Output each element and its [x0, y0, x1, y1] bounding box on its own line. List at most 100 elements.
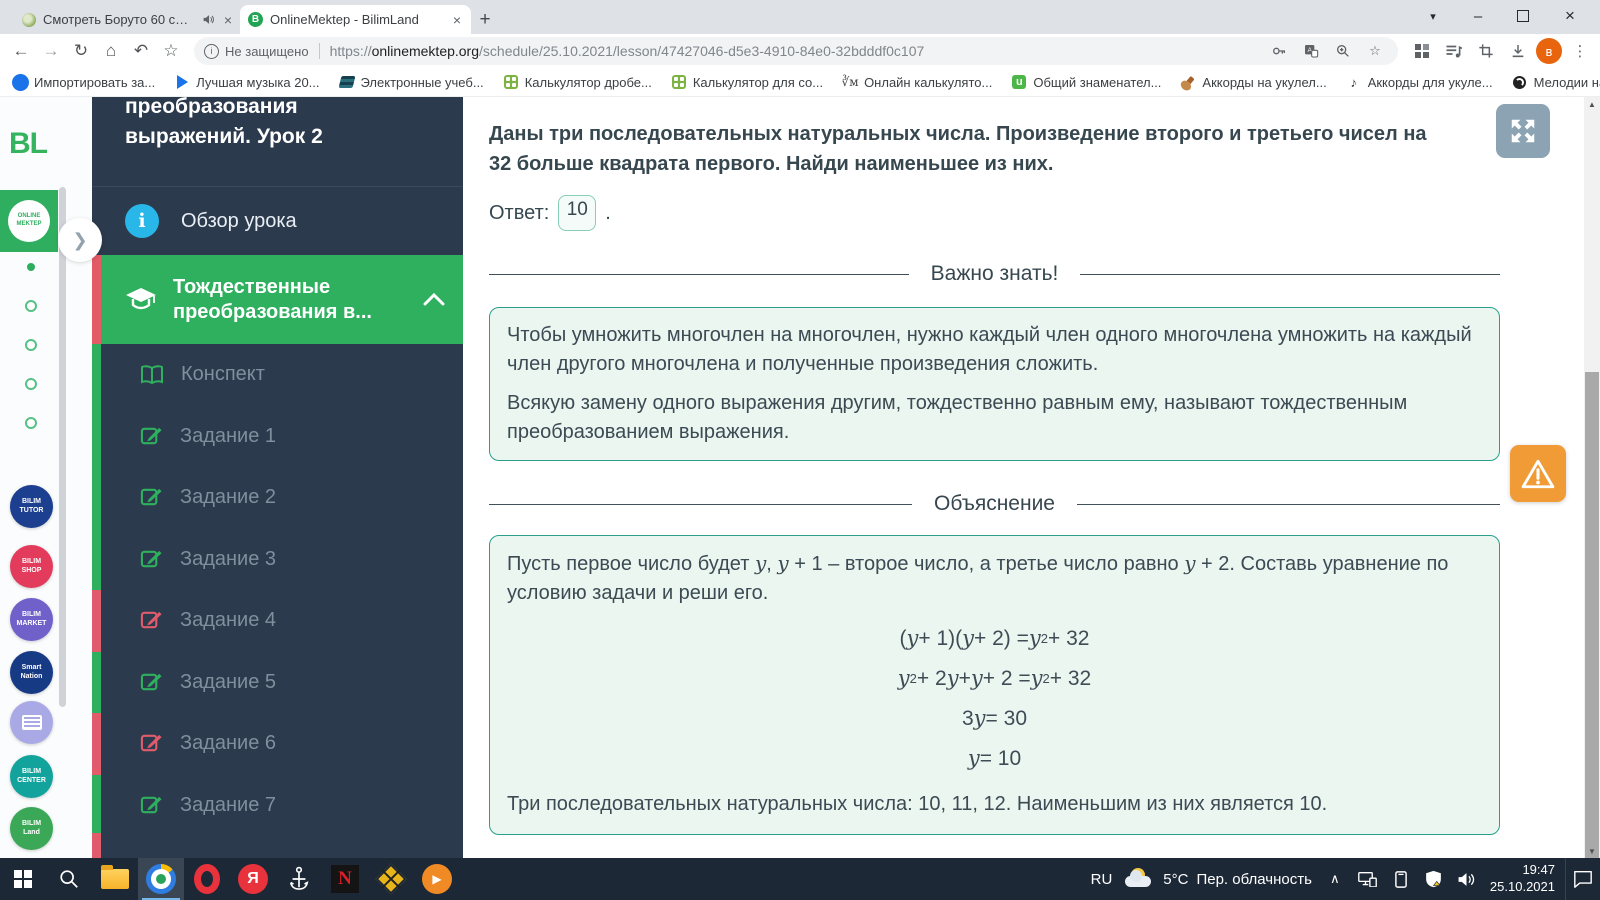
sidebar-item-task4[interactable]: Задание 4	[92, 590, 463, 652]
sidebar-item-label: Задание 1	[180, 424, 277, 447]
page-info-icon[interactable]: i	[204, 43, 219, 59]
u-square-icon: u	[1011, 74, 1027, 90]
step-dot[interactable]	[25, 417, 37, 429]
sidebar-item-konspekt[interactable]: Конспект	[92, 344, 463, 406]
bookmark-star-icon[interactable]: ☆	[156, 37, 186, 65]
equation: y = 10	[967, 745, 1022, 770]
scrollbar-thumb[interactable]	[1585, 372, 1599, 858]
taskbar-orange-app[interactable]: ▶	[414, 858, 460, 900]
bookmark-item[interactable]: Импортировать за...	[12, 74, 155, 90]
crop-icon[interactable]	[1472, 37, 1500, 65]
new-tab-button[interactable]: +	[472, 7, 498, 33]
taskbar-file-explorer[interactable]	[92, 858, 138, 900]
home-icon[interactable]: ⌂	[96, 37, 126, 65]
weather-widget[interactable]: 5°C Пер. облачность	[1125, 868, 1312, 890]
fullscreen-button[interactable]	[1496, 104, 1550, 158]
sidebar-item-task1[interactable]: Задание 1	[92, 405, 463, 467]
onlinemektep-tile[interactable]: ONLINE MEKTEP	[0, 190, 58, 252]
taskbar-netflix[interactable]: N	[322, 858, 368, 900]
tab-boruto[interactable]: Смотреть Боруто 60 серия ×	[14, 5, 242, 34]
sidebar-item-task6[interactable]: Задание 6	[92, 713, 463, 775]
reload-icon[interactable]: ↻	[66, 37, 96, 65]
browser-menu-icon[interactable]: ⋮	[1566, 37, 1594, 65]
profile-avatar[interactable]: в	[1536, 38, 1562, 64]
taskbar-browser-active[interactable]	[138, 858, 184, 900]
star-icon[interactable]: ☆	[1362, 43, 1388, 59]
usb-device-icon[interactable]	[1391, 870, 1411, 888]
app-bilim-market[interactable]: BILIM MARKET	[10, 598, 53, 641]
app-bilim-land[interactable]: BILIM Land	[10, 807, 53, 850]
close-icon[interactable]: ×	[222, 12, 234, 28]
tab-onlinemektep[interactable]: B OnlineMektep - BilimLand ×	[240, 5, 471, 34]
translate-icon[interactable]: A	[1298, 43, 1324, 59]
taskbar-opera[interactable]	[184, 858, 230, 900]
download-icon[interactable]	[1504, 37, 1532, 65]
close-window-button[interactable]: ×	[1548, 0, 1592, 32]
taskbar-clock[interactable]: 19:47 25.10.2021	[1490, 862, 1555, 896]
bookmark-item[interactable]: Лучшая музыка 20...	[174, 74, 320, 90]
app-bilim-shop[interactable]: BILIM SHOP	[10, 545, 53, 588]
step-dot[interactable]	[25, 300, 37, 312]
sidebar-item-topic-active[interactable]: Тождественные преобразования в...	[92, 255, 463, 344]
forward-icon[interactable]: →	[36, 37, 66, 65]
ukulele-icon	[1180, 74, 1196, 90]
volume-icon[interactable]	[1457, 871, 1477, 888]
scroll-down-icon[interactable]: ▼	[1584, 844, 1600, 858]
graduation-cap-icon	[126, 287, 156, 309]
step-dot[interactable]	[25, 378, 37, 390]
bookmark-label: Аккорды на укулел...	[1202, 74, 1327, 90]
rail-scrollbar[interactable]	[59, 187, 66, 707]
page-scrollbar[interactable]: ▲ ▼	[1584, 97, 1600, 858]
undo-icon[interactable]: ↶	[126, 37, 156, 65]
key-icon[interactable]	[1266, 43, 1292, 59]
close-icon[interactable]: ×	[451, 12, 463, 28]
bookmark-item[interactable]: Калькулятор для со...	[671, 74, 823, 90]
restore-button[interactable]	[1501, 0, 1545, 32]
app-bilim-center[interactable]: BILIM CENTER	[10, 755, 53, 798]
notification-center-button[interactable]	[1565, 858, 1600, 900]
explanation-heading: Объяснение	[934, 492, 1055, 515]
bookmark-item[interactable]: u Общий знаменател...	[1011, 74, 1161, 90]
sidebar-item-task7[interactable]: Задание 7	[92, 774, 463, 836]
taskbar-yandex[interactable]: Я	[230, 858, 276, 900]
network-icon[interactable]	[1358, 871, 1378, 887]
app-bilim-tutor[interactable]: BILIM TUTOR	[10, 485, 53, 528]
app-smart-nation[interactable]: Smart Nation	[10, 651, 53, 694]
zoom-icon[interactable]	[1330, 43, 1356, 59]
sidebar-toggle-chevron-icon[interactable]: ❯	[58, 218, 102, 262]
search-icon	[60, 870, 78, 888]
sidebar-item-task3[interactable]: Задание 3	[92, 528, 463, 590]
extensions-grid-icon[interactable]	[1408, 37, 1436, 65]
warning-triangle-icon	[1521, 459, 1555, 488]
windows-logo-icon	[14, 870, 32, 888]
tray-chevron-icon[interactable]: ∧	[1325, 871, 1345, 887]
window-menu-arrow-icon[interactable]: ▾	[1418, 0, 1448, 32]
taskbar-compass-app[interactable]	[368, 858, 414, 900]
minimize-button[interactable]: –	[1456, 0, 1500, 32]
sidebar-item-overview[interactable]: i Обзор урока	[92, 186, 463, 255]
start-button[interactable]	[0, 858, 46, 900]
restore-icon	[1517, 6, 1531, 22]
bookmark-item[interactable]: ∛м Онлайн калькулято...	[842, 74, 993, 90]
answer-input[interactable]: 10	[558, 195, 597, 231]
language-indicator[interactable]: RU	[1091, 871, 1113, 888]
taskbar-search-button[interactable]	[46, 858, 92, 900]
app-news[interactable]	[10, 701, 53, 744]
sidebar-item-task5[interactable]: Задание 5	[92, 651, 463, 713]
bookmark-item[interactable]: Мелодии на гитаре...	[1512, 74, 1600, 90]
back-icon[interactable]: ←	[6, 37, 36, 65]
music-list-icon[interactable]	[1440, 37, 1468, 65]
sidebar-item-task2[interactable]: Задание 2	[92, 467, 463, 529]
bookmark-item[interactable]: Аккорды на укулел...	[1180, 74, 1327, 90]
step-dot-active[interactable]	[27, 263, 35, 271]
audio-speaker-icon[interactable]	[202, 13, 215, 26]
bookmark-item[interactable]: ♪ Аккорды для укуле...	[1346, 74, 1492, 90]
security-shield-icon[interactable]	[1424, 870, 1444, 888]
bookmark-item[interactable]: Электронные учеб...	[338, 74, 484, 90]
address-bar[interactable]: i Не защищено https://onlinemektep.org/s…	[194, 37, 1398, 65]
step-dot[interactable]	[25, 339, 37, 351]
scroll-up-icon[interactable]: ▲	[1584, 97, 1600, 111]
taskbar-anchor-app[interactable]	[276, 858, 322, 900]
report-error-button[interactable]	[1510, 445, 1566, 502]
bookmark-item[interactable]: Калькулятор дробе...	[503, 74, 652, 90]
